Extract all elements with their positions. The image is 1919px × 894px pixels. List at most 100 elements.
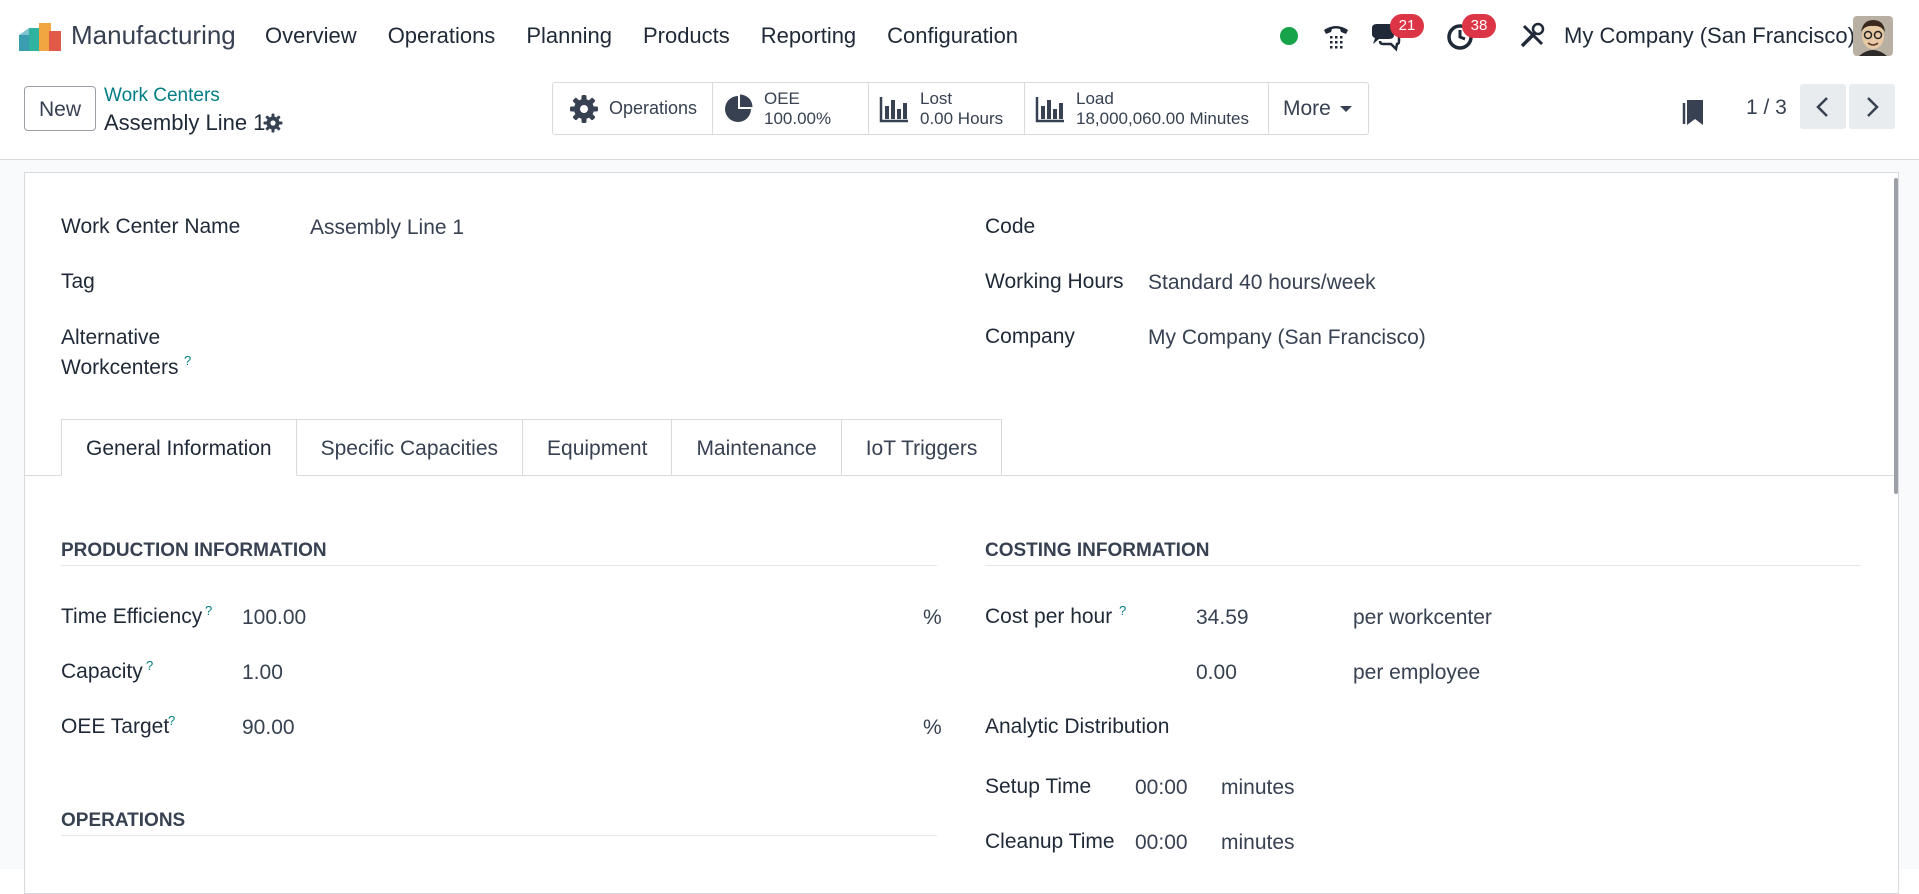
alternative-workcenters-field[interactable]	[310, 341, 960, 367]
oee-label: OEE	[764, 89, 800, 108]
more-label: More	[1283, 97, 1331, 120]
menu-configuration[interactable]: Configuration	[887, 23, 1018, 49]
new-record-button[interactable]: New	[24, 86, 96, 131]
bar-chart-icon	[879, 97, 908, 123]
activities-count-badge: 38	[1462, 14, 1496, 38]
setup-time-label: Setup Time	[985, 775, 1092, 798]
working-hours-field[interactable]: Standard 40 hours/week	[1148, 271, 1376, 295]
form-view: Work Center Name Assembly Line 1 Tag Alt…	[0, 160, 1919, 894]
messages-count-badge: 21	[1390, 14, 1424, 38]
main-menu: Overview Operations Planning Products Re…	[265, 23, 1049, 49]
bar-chart-icon	[1035, 97, 1064, 123]
control-panel: New Work Centers Assembly Line 1 Operati…	[0, 73, 1919, 160]
menu-reporting[interactable]: Reporting	[761, 23, 856, 49]
production-information-title: PRODUCTION INFORMATION	[61, 540, 327, 561]
record-title: Assembly Line 1	[104, 110, 266, 135]
more-dropdown-button[interactable]: More	[1269, 83, 1368, 134]
load-smart-button[interactable]: Load 18,000,060.00 Minutes	[1025, 83, 1269, 134]
bookmark-icon[interactable]	[1682, 97, 1708, 127]
analytic-distribution-label: Analytic Distribution	[985, 715, 1170, 738]
company-label: Company	[985, 325, 1075, 348]
time-efficiency-field[interactable]: 100.00	[242, 606, 306, 630]
help-tooltip-icon[interactable]: ?	[205, 603, 212, 618]
work-center-name-field[interactable]: Assembly Line 1	[310, 216, 464, 240]
tab-equipment[interactable]: Equipment	[523, 419, 673, 476]
chevron-left-icon	[1816, 97, 1828, 117]
presence-status-icon[interactable]	[1280, 27, 1298, 45]
form-sheet: Work Center Name Assembly Line 1 Tag Alt…	[24, 172, 1899, 894]
user-avatar[interactable]	[1853, 16, 1893, 56]
tab-specific-capacities[interactable]: Specific Capacities	[296, 419, 524, 476]
pie-chart-icon	[725, 94, 753, 122]
setup-time-unit: minutes	[1221, 776, 1295, 799]
tag-label: Tag	[61, 270, 95, 293]
work-center-name-label: Work Center Name	[61, 215, 241, 238]
time-efficiency-label: Time Efficiency	[61, 605, 203, 628]
load-label: Load	[1076, 89, 1114, 108]
separator-line	[61, 835, 937, 836]
caret-down-icon	[1340, 106, 1352, 112]
alternative-workcenters-label-line1: Alternative	[61, 326, 161, 349]
separator-line	[985, 565, 1861, 566]
phone-icon[interactable]	[1320, 20, 1352, 52]
menu-products[interactable]: Products	[643, 23, 730, 49]
menu-planning[interactable]: Planning	[526, 23, 612, 49]
tab-general-information[interactable]: General Information	[61, 419, 297, 476]
breadcrumb-work-centers[interactable]: Work Centers	[104, 85, 220, 107]
lost-smart-button[interactable]: Lost 0.00 Hours	[869, 83, 1025, 134]
capacity-label: Capacity	[61, 660, 143, 683]
menu-operations[interactable]: Operations	[388, 23, 496, 49]
manufacturing-app-icon[interactable]	[19, 21, 61, 51]
menu-overview[interactable]: Overview	[265, 23, 357, 49]
pager-value[interactable]: 1 / 3	[1746, 96, 1787, 120]
chevron-right-icon	[1867, 97, 1879, 117]
lost-label: Lost	[920, 89, 953, 108]
help-tooltip-icon[interactable]: ?	[184, 353, 191, 368]
cost-per-hour-label: Cost per hour	[985, 605, 1113, 628]
app-name[interactable]: Manufacturing	[71, 20, 236, 51]
oee-target-label: OEE Target	[61, 715, 170, 738]
pager-next-button[interactable]	[1849, 84, 1895, 129]
pager-previous-button[interactable]	[1800, 84, 1846, 129]
help-tooltip-icon[interactable]: ?	[168, 713, 175, 728]
notebook-tabs: General Information Specific Capacities …	[61, 419, 1003, 476]
cost-per-employee-unit: per employee	[1353, 661, 1481, 684]
time-efficiency-unit: %	[923, 606, 942, 629]
setup-time-field[interactable]: 00:00	[1135, 776, 1188, 800]
debug-tools-icon[interactable]	[1516, 20, 1548, 52]
gear-icon	[570, 95, 598, 123]
cost-per-workcenter-unit: per workcenter	[1353, 606, 1492, 629]
analytic-distribution-field[interactable]	[1196, 715, 1846, 741]
help-tooltip-icon[interactable]: ?	[146, 658, 153, 673]
cleanup-time-unit: minutes	[1221, 831, 1295, 854]
operations-section-title: OPERATIONS	[61, 810, 186, 831]
record-actions-gear-icon[interactable]	[263, 113, 283, 133]
capacity-field[interactable]: 1.00	[242, 661, 283, 685]
tab-iot-triggers[interactable]: IoT Triggers	[841, 419, 1003, 476]
company-switcher[interactable]: My Company (San Francisco)	[1564, 23, 1855, 49]
tag-field[interactable]	[310, 270, 960, 296]
working-hours-label: Working Hours	[985, 270, 1124, 293]
oee-smart-button[interactable]: OEE 100.00%	[713, 83, 869, 134]
smart-buttons: Operations OEE 100.00% Lost 0.00 Hours L…	[552, 82, 1369, 135]
costing-information-title: COSTING INFORMATION	[985, 540, 1210, 561]
cleanup-time-field[interactable]: 00:00	[1135, 831, 1188, 855]
separator-line	[61, 565, 937, 566]
tab-maintenance[interactable]: Maintenance	[672, 419, 842, 476]
top-navbar: Manufacturing Overview Operations Planni…	[0, 0, 1919, 73]
lost-value: 0.00 Hours	[920, 109, 1004, 128]
cost-per-employee-field[interactable]: 0.00	[1196, 661, 1237, 685]
vertical-scrollbar[interactable]	[1894, 178, 1898, 494]
load-value: 18,000,060.00 Minutes	[1076, 109, 1249, 128]
cost-per-hour-field[interactable]: 34.59	[1196, 606, 1249, 630]
code-field[interactable]	[1148, 216, 1848, 242]
help-tooltip-icon[interactable]: ?	[1119, 603, 1126, 618]
oee-value: 100.00%	[764, 109, 832, 128]
operations-smart-button[interactable]: Operations	[553, 83, 713, 134]
operations-label: Operations	[609, 98, 698, 118]
cleanup-time-label: Cleanup Time	[985, 830, 1115, 853]
oee-target-field[interactable]: 90.00	[242, 716, 295, 740]
company-field[interactable]: My Company (San Francisco)	[1148, 326, 1426, 350]
oee-target-unit: %	[923, 716, 942, 739]
code-label: Code	[985, 215, 1036, 238]
